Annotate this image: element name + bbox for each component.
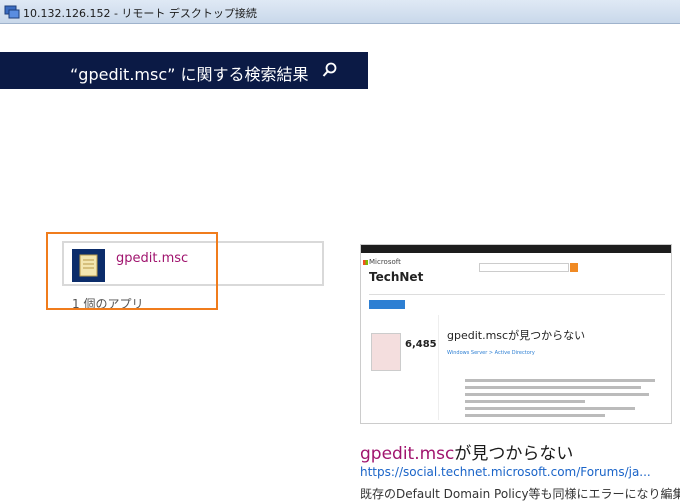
window-title: 10.132.126.152 - リモート デスクトップ接続 <box>23 7 257 20</box>
microsoft-logo-icon <box>363 260 368 265</box>
search-results-banner: “gpedit.msc” に関する検索結果 <box>0 52 368 89</box>
search-heading: “gpedit.msc” に関する検索結果 <box>70 65 309 84</box>
thumbnail-topbar <box>361 245 671 253</box>
window-titlebar: 10.132.126.152 - リモート デスクトップ接続 <box>0 0 680 24</box>
thumbnail-breadcrumb: Windows Server > Active Directory <box>447 350 535 356</box>
web-result-title[interactable]: gpedit.mscが見つからない <box>360 439 573 464</box>
thumbnail-question-title: gpedit.mscが見つからない <box>447 329 586 342</box>
thumbnail-nav <box>369 286 665 295</box>
title-rest: が見つからない <box>454 444 574 464</box>
title-highlight: gpedit.msc <box>360 444 455 464</box>
thumbnail-search-button <box>570 263 578 272</box>
thumbnail-searchbox <box>479 263 569 272</box>
thumbnail-company: Microsoft <box>369 258 401 266</box>
web-result-thumbnail[interactable]: Microsoft TechNet 6,485 gpedit.mscが見つからな… <box>360 244 672 424</box>
web-result-snippet: 既存のDefault Domain Policy等も同様にエラーになり編集 <box>360 487 680 501</box>
thumbnail-score: 6,485 <box>405 339 437 350</box>
highlight-annotation-box <box>46 232 218 310</box>
thumbnail-brand: TechNet <box>369 270 424 284</box>
remote-desktop-icon <box>4 5 20 19</box>
search-icon[interactable] <box>322 62 338 78</box>
avatar <box>371 333 401 371</box>
web-result-url[interactable]: https://social.technet.microsoft.com/For… <box>360 465 651 479</box>
thumbnail-body-text <box>465 379 665 421</box>
thumbnail-ask-button <box>369 300 405 309</box>
